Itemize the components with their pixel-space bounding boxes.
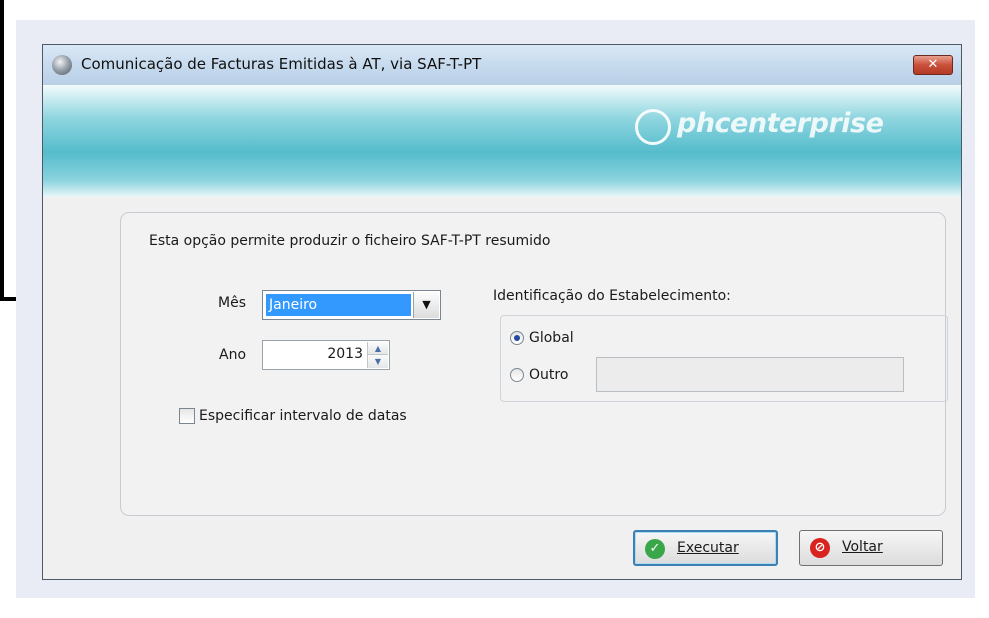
stepper-up-icon[interactable]: ▲ (368, 342, 388, 355)
execute-button-label: Executar (677, 540, 739, 556)
annotation-arrow-shaft (0, 0, 4, 300)
logo-icon (635, 109, 671, 145)
brand-logo-text: phcenterprise (677, 108, 884, 139)
back-button-label: Voltar (842, 539, 883, 555)
month-select-value: Janeiro (266, 294, 411, 316)
checkmark-icon: ✓ (645, 539, 665, 559)
title-bar[interactable]: Comunicação de Facturas Emitidas à AT, v… (43, 45, 961, 86)
dialog-window: Comunicação de Facturas Emitidas à AT, v… (42, 44, 962, 580)
year-stepper-buttons: ▲ ▼ (367, 342, 388, 368)
close-button[interactable]: ✕ (913, 55, 953, 75)
radio-outro-label: Outro (529, 367, 569, 383)
month-select[interactable]: Janeiro ▼ (262, 290, 441, 320)
execute-button[interactable]: ✓ Executar (633, 530, 778, 566)
cancel-icon: ⊘ (810, 538, 830, 558)
app-icon (52, 55, 72, 75)
date-interval-checkbox-row[interactable]: Especificar intervalo de datas (179, 408, 407, 424)
radio-global-label: Global (529, 330, 574, 346)
back-button[interactable]: ⊘ Voltar (799, 530, 943, 566)
year-stepper[interactable]: 2013 ▲ ▼ (262, 340, 390, 370)
window-title: Comunicação de Facturas Emitidas à AT, v… (81, 55, 482, 73)
year-label: Ano (219, 347, 247, 363)
date-interval-label: Especificar intervalo de datas (199, 408, 407, 424)
year-value: 2013 (327, 346, 363, 362)
outro-input[interactable] (596, 357, 904, 392)
chevron-down-icon[interactable]: ▼ (413, 292, 439, 318)
month-label: Mês (218, 295, 246, 311)
radio-outro[interactable] (510, 368, 524, 382)
date-interval-checkbox[interactable] (179, 408, 195, 424)
radio-global-row[interactable]: Global (510, 330, 574, 346)
stepper-down-icon[interactable]: ▼ (368, 355, 388, 368)
radio-outro-row[interactable]: Outro (510, 367, 568, 383)
radio-global[interactable] (510, 331, 524, 345)
description-text: Esta opção permite produzir o ficheiro S… (149, 233, 551, 249)
header-banner: phcenterprise (43, 85, 961, 197)
establishment-group-title: Identificação do Estabelecimento: (493, 288, 731, 304)
